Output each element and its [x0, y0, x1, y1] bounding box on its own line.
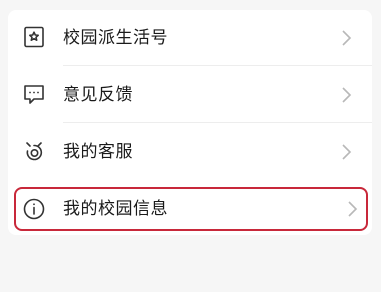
menu-item-feedback[interactable]: 意见反馈: [8, 67, 372, 123]
menu-item-label: 校园派生活号: [63, 28, 168, 48]
settings-menu-card: 校园派生活号 意见反馈 我的客服 我的校园信息: [8, 10, 372, 235]
menu-item-label: 我的校园信息: [63, 199, 168, 219]
badge-star-icon: [22, 25, 46, 49]
chevron-right-icon: [340, 143, 352, 161]
menu-item-my-campus-info[interactable]: 我的校园信息: [14, 187, 368, 231]
info-circle-icon: [22, 197, 46, 221]
divider: [63, 65, 372, 66]
chevron-right-icon: [340, 29, 352, 47]
menu-item-customer-service[interactable]: 我的客服: [8, 124, 372, 180]
service-bot-icon: [22, 139, 46, 163]
menu-item-campus-life-account[interactable]: 校园派生活号: [8, 10, 372, 66]
chevron-right-icon: [340, 86, 352, 104]
chevron-right-icon: [346, 200, 358, 218]
chat-bubble-icon: [22, 82, 46, 106]
menu-item-label: 我的客服: [63, 142, 133, 162]
menu-item-label: 意见反馈: [63, 85, 133, 105]
divider: [63, 122, 372, 123]
